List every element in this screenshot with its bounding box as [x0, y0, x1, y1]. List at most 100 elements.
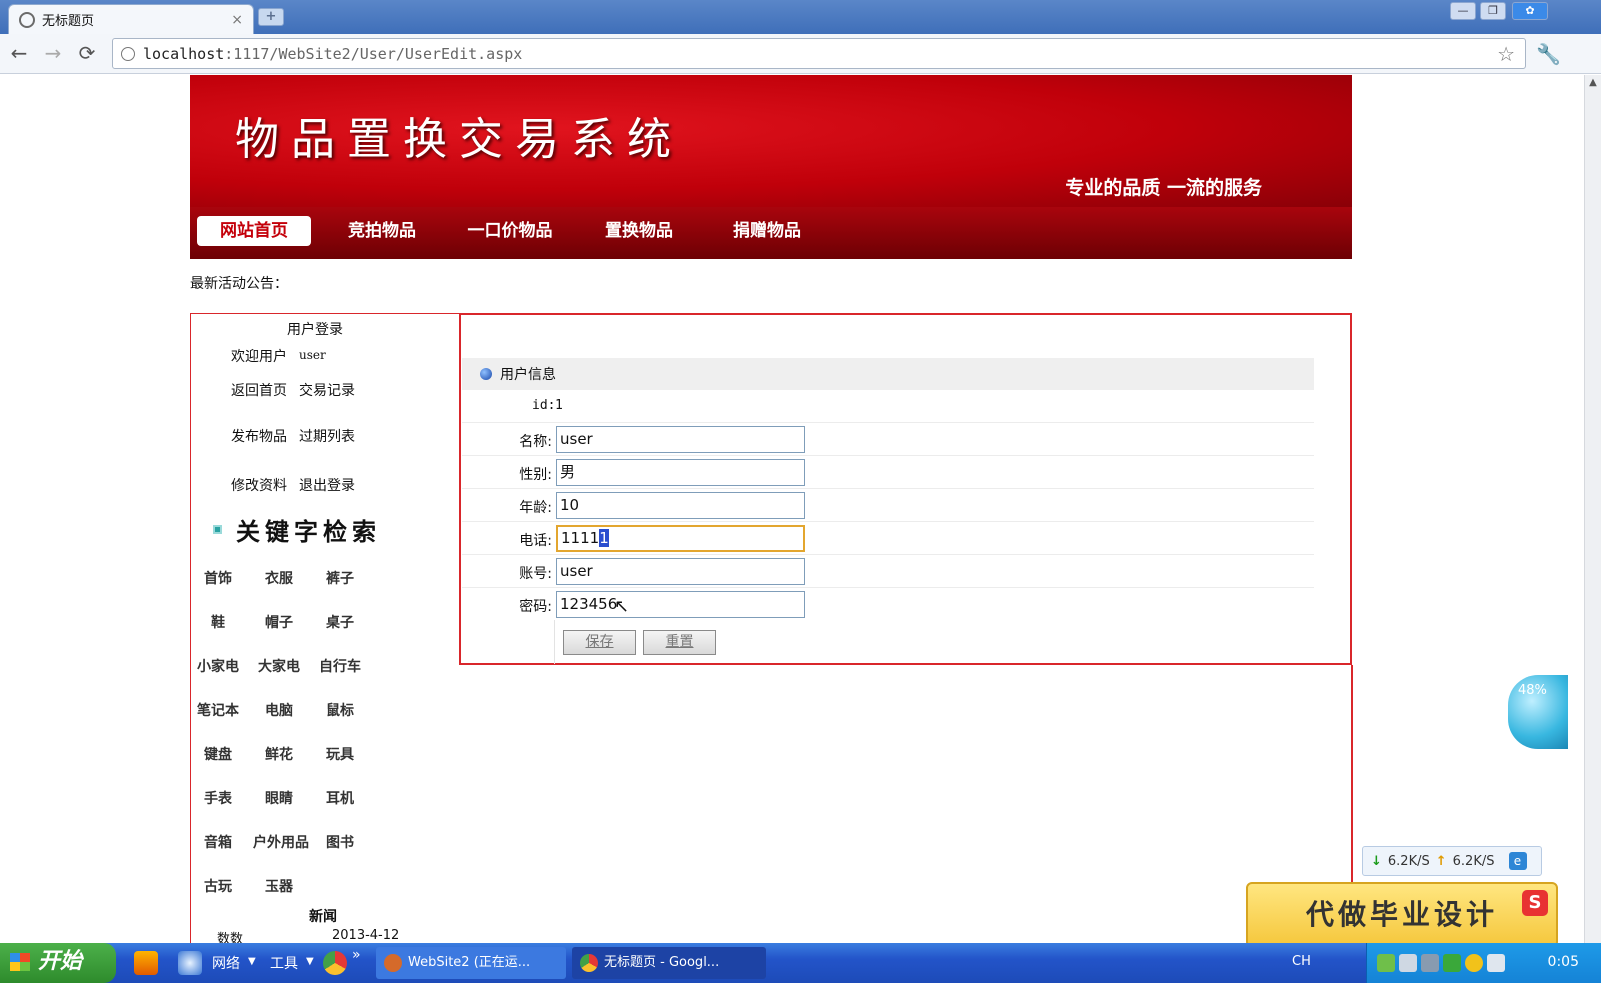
menu-donate[interactable]: 捐赠物品 [718, 216, 816, 246]
news-item-title[interactable]: 数数 [217, 928, 243, 943]
wrench-menu-icon[interactable]: 🔧 [1536, 42, 1561, 66]
vs-task-icon [384, 954, 402, 972]
keyword-link[interactable]: 音箱 [193, 832, 243, 852]
keyword-link[interactable]: 键盘 [193, 744, 243, 764]
keyword-link[interactable]: 帽子 [254, 612, 304, 632]
gender-input[interactable]: 男 [556, 459, 805, 486]
age-input[interactable]: 10 [556, 492, 805, 519]
keyword-link[interactable]: 玩具 [315, 744, 365, 764]
link-edit-profile[interactable]: 修改资料 [231, 475, 287, 495]
keyword-link[interactable]: 大家电 [254, 656, 304, 676]
vertical-scrollbar[interactable]: ▲ [1584, 75, 1601, 943]
reset-button[interactable]: 重置 [643, 630, 716, 655]
network-speed-widget[interactable]: ↓ 6.2K/S ↑ 6.2K/S e [1362, 846, 1542, 876]
news-item-date: 2013-4-12 [332, 928, 400, 943]
task-chrome[interactable]: 无标题页 - Googl... [572, 947, 766, 979]
id-value: 1 [555, 398, 563, 413]
link-home[interactable]: 返回首页 [231, 380, 287, 400]
new-tab-button[interactable]: + [258, 8, 284, 26]
accelerator-percent: 48% [1518, 683, 1547, 698]
taskbar: 开始 网络 ▼ 工具 ▼ » WebSite2 (正在运... 无标题页 - G… [0, 943, 1601, 983]
keyword-link[interactable]: 首饰 [193, 568, 243, 588]
sogou-ime-icon[interactable]: S [1522, 890, 1548, 916]
bookmark-star-icon[interactable]: ☆ [1497, 42, 1515, 66]
keyword-link[interactable]: 古玩 [193, 876, 243, 896]
keyword-link[interactable]: 图书 [315, 832, 365, 852]
keyword-link[interactable]: 笔记本 [193, 700, 243, 720]
system-tray: 0:05 [1366, 943, 1601, 983]
chrome-task-icon [580, 954, 598, 972]
menu-exchange[interactable]: 置换物品 [590, 216, 688, 246]
link-logout[interactable]: 退出登录 [299, 475, 355, 495]
keyword-link[interactable]: 小家电 [193, 656, 243, 676]
keyword-link[interactable]: 耳机 [315, 788, 365, 808]
minimize-button[interactable]: — [1450, 2, 1476, 20]
save-button[interactable]: 保存 [563, 630, 636, 655]
keyword-link[interactable]: 衣服 [254, 568, 304, 588]
start-button[interactable]: 开始 [0, 943, 116, 983]
tray-plus-icon[interactable] [1465, 954, 1483, 972]
age-label: 年龄: [519, 500, 552, 516]
windows-flag-icon [10, 953, 30, 971]
link-trade-records[interactable]: 交易记录 [299, 380, 355, 400]
task-chrome-label: 无标题页 - Googl... [604, 955, 720, 970]
page-info-icon[interactable] [121, 46, 135, 61]
name-input[interactable]: user [556, 426, 805, 453]
reload-button[interactable]: ⟳ [74, 42, 100, 66]
phone-input[interactable]: 11111 [556, 525, 805, 552]
keyword-link[interactable]: 鼠标 [315, 700, 365, 720]
keyword-link[interactable]: 电脑 [254, 700, 304, 720]
form-row-phone: 电话: 11111 [462, 522, 1314, 555]
forward-button[interactable]: → [40, 42, 66, 66]
menu-home[interactable]: 网站首页 [197, 216, 311, 246]
tray-security-icon[interactable] [1443, 954, 1461, 972]
keyword-link[interactable]: 桌子 [315, 612, 365, 632]
form-row-name: 名称: user [462, 423, 1314, 456]
quicklaunch-app-icon[interactable] [134, 951, 158, 975]
tools-dropdown-icon[interactable]: ▼ [306, 956, 314, 967]
input-language[interactable]: CH [1292, 954, 1311, 969]
task-visual-studio[interactable]: WebSite2 (正在运... [376, 947, 566, 979]
form-row-gender: 性别: 男 [462, 456, 1314, 489]
back-button[interactable]: ← [6, 42, 32, 66]
tab-close-icon[interactable]: × [231, 12, 243, 28]
tray-volume-icon[interactable] [1421, 954, 1439, 972]
tray-network-icon[interactable] [1399, 954, 1417, 972]
keyword-link[interactable]: 裤子 [315, 568, 365, 588]
site-slogan: 专业的品质 一流的服务 [1065, 177, 1262, 199]
keyword-link[interactable]: 鲜花 [254, 744, 304, 764]
account-input[interactable]: user [556, 558, 805, 585]
keyword-search-header: 关键字检索 [213, 512, 381, 547]
restore-button[interactable]: ❐ [1480, 2, 1506, 20]
tools-toolbar[interactable]: 工具 [270, 953, 298, 973]
chrome-quicklaunch-icon[interactable] [323, 951, 347, 975]
browser-toolbar: ← → ⟳ localhost:1117/WebSite2/User/UserE… [0, 34, 1601, 74]
ad-banner[interactable]: 代做毕业设计 [1246, 882, 1558, 948]
mouse-cursor-icon: ↖ [614, 596, 630, 617]
link-expired[interactable]: 过期列表 [299, 426, 355, 446]
phone-value: 1111 [561, 529, 600, 547]
password-input[interactable]: 123456 [556, 591, 805, 618]
keyword-link[interactable]: 手表 [193, 788, 243, 808]
link-publish[interactable]: 发布物品 [231, 426, 287, 446]
tray-device-icon[interactable] [1487, 954, 1505, 972]
ie-quicklaunch-icon[interactable] [178, 951, 202, 975]
notice-label: 最新活动公告： [190, 276, 288, 292]
network-toolbar[interactable]: 网络 [212, 953, 240, 973]
browser-tab[interactable]: 无标题页 × [8, 4, 254, 34]
keyword-link[interactable]: 眼睛 [254, 788, 304, 808]
tray-app-icon[interactable] [1377, 954, 1395, 972]
menu-fixed-price[interactable]: 一口价物品 [455, 216, 565, 246]
tab-title: 无标题页 [42, 14, 95, 29]
scroll-up-icon[interactable]: ▲ [1586, 77, 1600, 91]
accelerator-ball[interactable]: 48% [1508, 675, 1568, 749]
keyword-link[interactable]: 自行车 [315, 656, 365, 676]
keyword-link[interactable]: 户外用品 [246, 832, 316, 852]
network-dropdown-icon[interactable]: ▼ [248, 956, 256, 967]
menu-auction[interactable]: 竞拍物品 [332, 216, 432, 246]
download-speed: 6.2K/S [1387, 853, 1430, 869]
address-bar[interactable]: localhost:1117/WebSite2/User/UserEdit.as… [112, 38, 1526, 69]
toolbar-overflow[interactable]: » [352, 947, 361, 963]
keyword-link[interactable]: 玉器 [254, 876, 304, 896]
keyword-link[interactable]: 鞋 [193, 612, 243, 632]
